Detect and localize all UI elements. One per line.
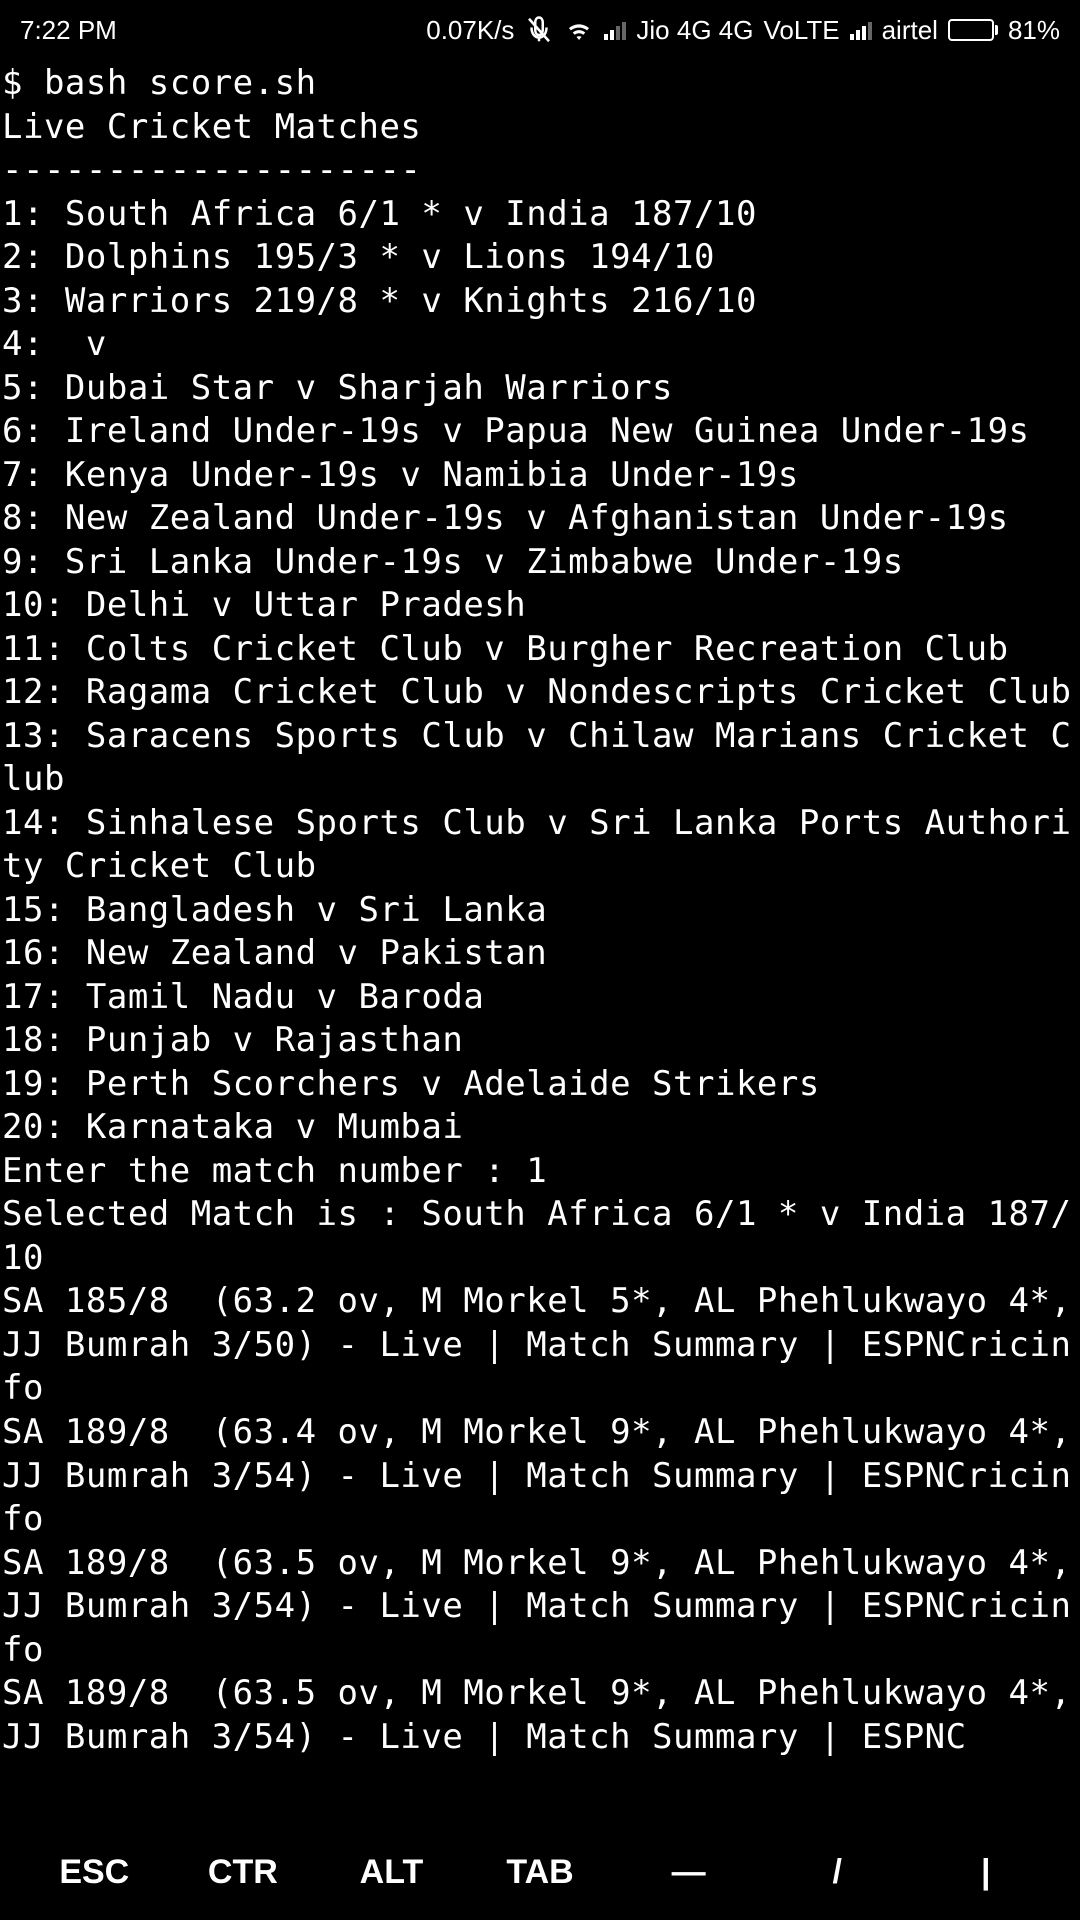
alt-key[interactable]: ALT: [317, 1853, 466, 1892]
battery-icon: [948, 19, 998, 41]
signal-icon-2: [850, 20, 872, 40]
wifi-icon: [564, 15, 594, 45]
volte-label: VoLTE: [763, 15, 839, 46]
ctr-key[interactable]: CTR: [169, 1853, 318, 1892]
dash-key[interactable]: —: [614, 1853, 763, 1892]
pipe-key[interactable]: |: [911, 1853, 1060, 1892]
tab-key[interactable]: TAB: [466, 1853, 615, 1892]
status-bar: 7:22 PM 0.07K/s Jio 4G 4G VoLTE: [0, 0, 1080, 60]
signal-icon-1: [604, 20, 626, 40]
carrier-1: Jio 4G 4G: [636, 15, 753, 46]
status-data-rate: 0.07K/s: [426, 15, 514, 46]
mute-icon: [524, 15, 554, 45]
terminal-output[interactable]: $ bash score.sh Live Cricket Matches ---…: [0, 60, 1080, 1825]
carrier-2: airtel: [882, 15, 938, 46]
status-time: 7:22 PM: [20, 15, 117, 46]
esc-key[interactable]: ESC: [20, 1853, 169, 1892]
keyboard-bar: ESC CTR ALT TAB — / |: [0, 1825, 1080, 1920]
slash-key[interactable]: /: [763, 1853, 912, 1892]
battery-percent: 81%: [1008, 15, 1060, 46]
